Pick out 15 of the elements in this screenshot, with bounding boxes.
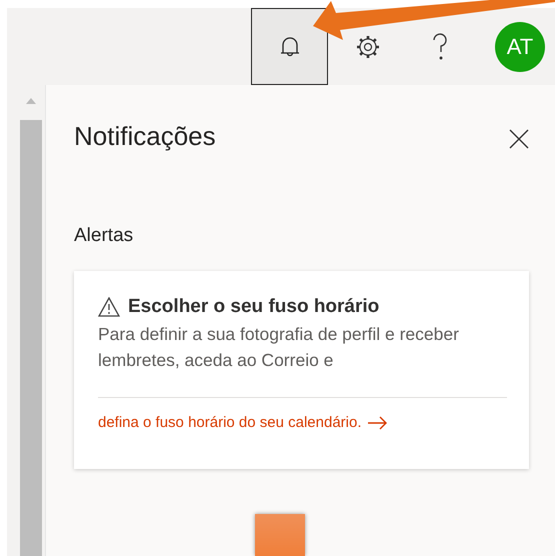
section-heading: Alertas [74, 224, 134, 248]
alert-title: Escolher o seu fuso horário [128, 294, 380, 319]
arrow-right-icon [368, 416, 388, 430]
close-button[interactable] [509, 129, 529, 149]
user-avatar[interactable]: AT [495, 22, 545, 72]
alert-message: Para definir a sua fotografia de perfil e receber lembretes, aceda ao Correio e [98, 323, 460, 372]
annotation-marker [255, 514, 305, 556]
warning-icon [98, 296, 120, 317]
bell-button[interactable] [251, 8, 328, 85]
bell-icon [278, 34, 300, 58]
timezone-link[interactable]: defina o fuso horário do seu calendário. [98, 412, 388, 435]
help-icon [432, 32, 448, 62]
settings-icon [355, 34, 381, 60]
panel-title: Notificações [74, 121, 216, 152]
scrollbar-thumb[interactable] [20, 120, 42, 556]
